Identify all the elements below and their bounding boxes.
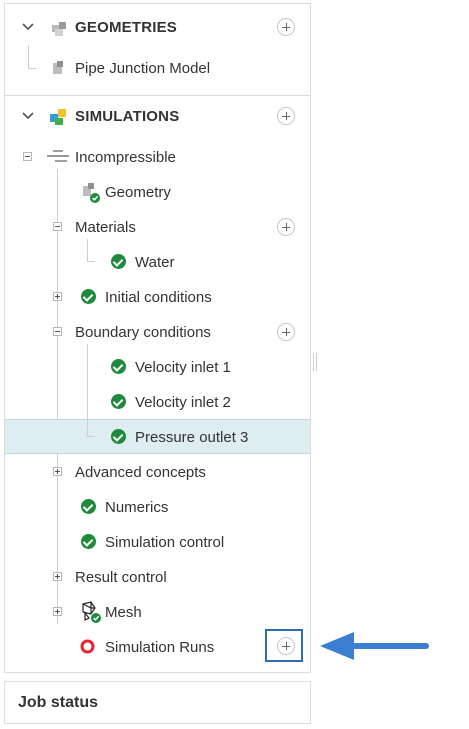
add-simulation-button[interactable] [277, 107, 295, 125]
tree-item-pressure-outlet-3[interactable]: Pressure outlet 3 [5, 419, 310, 454]
tree-item-label: Simulation Runs [105, 639, 215, 656]
simulation-lines-icon [47, 150, 69, 162]
tree-item-initial-conditions[interactable]: Initial conditions [5, 279, 310, 314]
tree-item-label: Water [135, 254, 175, 271]
simulation-tree-panel: GEOMETRIES Pipe Junction Model SIMULATIO… [4, 3, 311, 673]
tree-item-mesh[interactable]: Mesh [5, 594, 310, 629]
expand-toggle[interactable] [53, 467, 62, 476]
geometry-item-pipe-junction-model[interactable]: Pipe Junction Model [5, 50, 310, 85]
chevron-down-icon[interactable] [20, 19, 36, 35]
tree-item-label: Advanced concepts [75, 464, 206, 481]
job-status-label: Job status [18, 694, 99, 711]
geometries-section-header[interactable]: GEOMETRIES [5, 9, 310, 44]
geometry-assigned-icon [83, 183, 100, 203]
tree-item-label: Geometry [105, 184, 171, 201]
collapse-toggle[interactable] [53, 327, 62, 336]
geometry-item-label: Pipe Junction Model [75, 60, 211, 77]
collapse-toggle[interactable] [53, 222, 62, 231]
callout-highlight-box [265, 629, 303, 662]
add-geometry-button[interactable] [277, 18, 295, 36]
geometry-model-icon [53, 61, 63, 74]
mesh-icon [82, 601, 101, 623]
check-icon [111, 394, 126, 409]
tree-item-label: Boundary conditions [75, 324, 211, 341]
expand-toggle[interactable] [53, 572, 62, 581]
tree-item-simulation-control[interactable]: Simulation control [5, 524, 310, 559]
add-boundary-condition-button[interactable] [277, 323, 295, 341]
tree-item-numerics[interactable]: Numerics [5, 489, 310, 524]
tree-item-label: Result control [75, 569, 167, 586]
tree-item-label: Numerics [105, 499, 169, 516]
tree-item-label: Materials [75, 219, 136, 236]
tree-item-materials[interactable]: Materials [5, 209, 310, 244]
tree-item-velocity-inlet-1[interactable]: Velocity inlet 1 [5, 349, 310, 384]
tree-item-label: Mesh [105, 604, 142, 621]
tree-item-label: Velocity inlet 2 [135, 394, 231, 411]
tree-item-geometry[interactable]: Geometry [5, 174, 310, 209]
add-material-button[interactable] [277, 218, 295, 236]
expand-toggle[interactable] [53, 292, 62, 301]
simulation-label: Incompressible [75, 149, 176, 166]
tree-item-result-control[interactable]: Result control [5, 559, 310, 594]
tree-item-velocity-inlet-2[interactable]: Velocity inlet 2 [5, 384, 310, 419]
tree-item-label: Simulation control [105, 534, 225, 551]
check-icon [111, 254, 126, 269]
geometries-label: GEOMETRIES [75, 19, 178, 36]
check-icon [81, 499, 96, 514]
tree-item-boundary-conditions[interactable]: Boundary conditions [5, 314, 310, 349]
tree-item-label: Initial conditions [105, 289, 212, 306]
expand-toggle[interactable] [53, 607, 62, 616]
chevron-down-icon[interactable] [20, 108, 36, 124]
simulations-cubes-icon [50, 109, 66, 125]
check-icon [111, 429, 126, 444]
check-icon [81, 534, 96, 549]
tree-item-label: Velocity inlet 1 [135, 359, 231, 376]
section-divider [5, 95, 310, 96]
panel-resize-handle[interactable] [313, 353, 318, 371]
tree-item-label: Pressure outlet 3 [135, 429, 249, 446]
job-status-panel[interactable]: Job status [4, 681, 311, 724]
check-icon [81, 289, 96, 304]
check-icon [111, 359, 126, 374]
geometries-cubes-icon [52, 22, 66, 36]
tree-item-water[interactable]: Water [5, 244, 310, 279]
simulation-item-incompressible[interactable]: Incompressible [5, 139, 310, 174]
simulations-label: SIMULATIONS [75, 108, 180, 125]
tree-item-advanced-concepts[interactable]: Advanced concepts [5, 454, 310, 489]
callout-arrow-icon [320, 632, 429, 660]
collapse-toggle[interactable] [23, 152, 32, 161]
not-run-status-icon [80, 639, 95, 654]
simulations-section-header[interactable]: SIMULATIONS [5, 98, 310, 133]
